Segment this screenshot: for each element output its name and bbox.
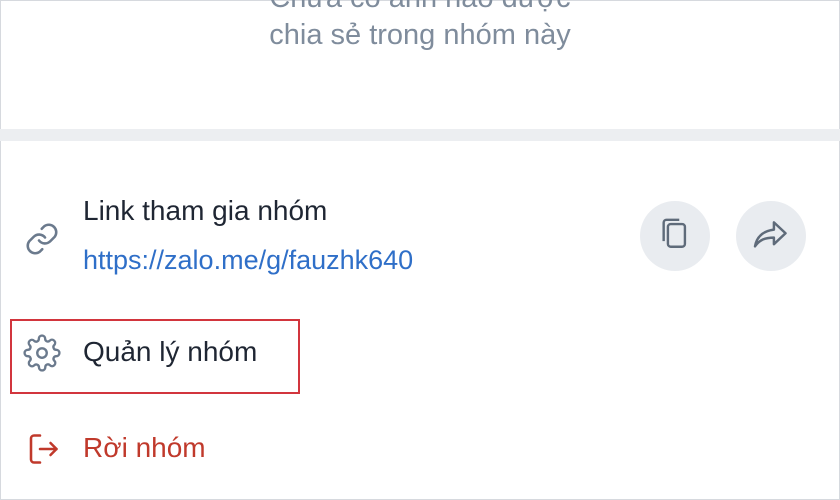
leave-group-label: Rời nhóm	[83, 432, 206, 463]
section-divider	[0, 129, 840, 141]
link-icon	[24, 221, 60, 262]
group-link-title: Link tham gia nhóm	[83, 195, 328, 226]
exit-icon	[25, 431, 61, 472]
empty-state-line-1: Chưa có ảnh nào được	[0, 0, 840, 16]
copy-link-button[interactable]	[640, 201, 710, 271]
share-icon	[752, 218, 790, 255]
highlight-annotation-box	[10, 319, 300, 394]
copy-icon	[658, 215, 692, 258]
share-link-button[interactable]	[736, 201, 806, 271]
empty-state-line-2: chia sẻ trong nhóm này	[269, 19, 571, 51]
group-link-url[interactable]: https://zalo.me/g/fauzhk640	[83, 243, 413, 277]
